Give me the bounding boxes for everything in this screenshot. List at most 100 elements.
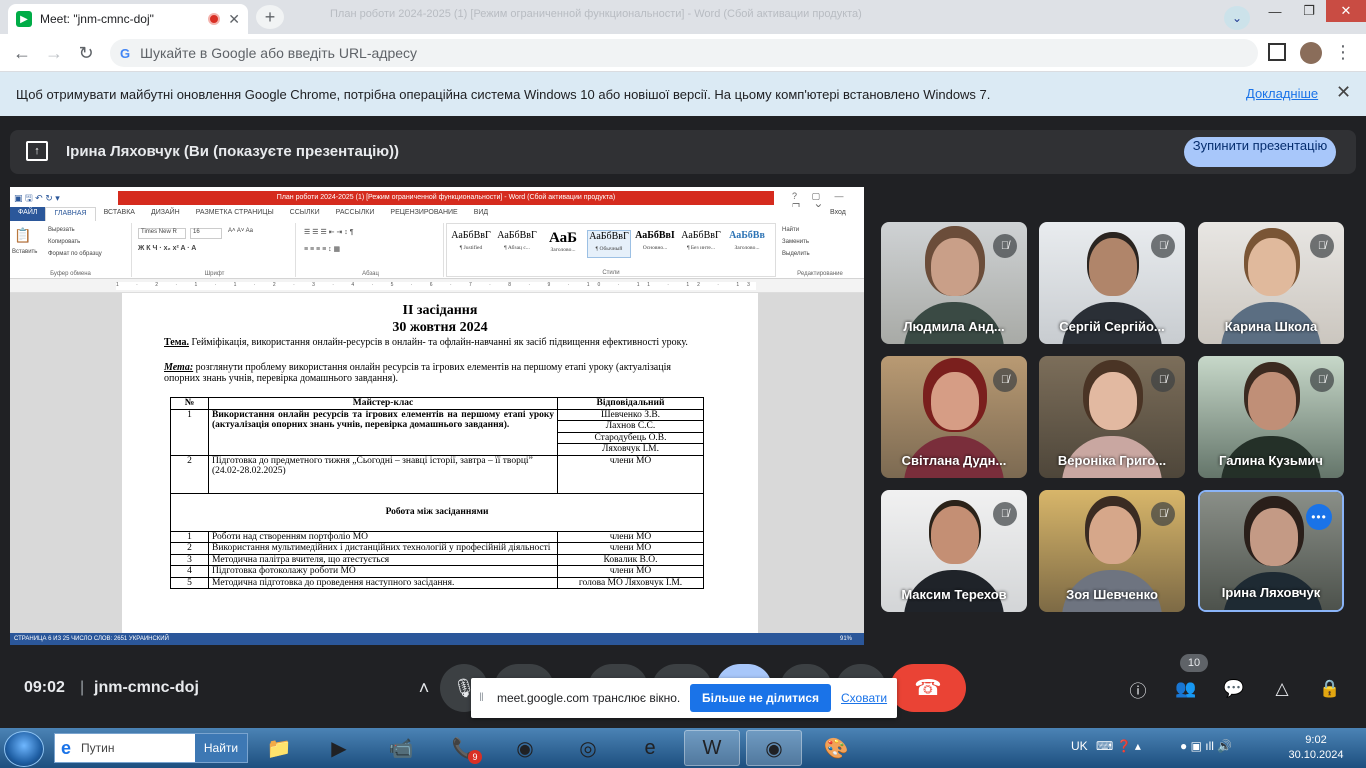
zoom-icon[interactable]: 📹 [373,730,429,766]
close-window-button[interactable]: ✕ [1326,0,1366,22]
taskbar-search-button[interactable]: Найти [195,734,247,762]
input-language[interactable]: UK [1071,739,1088,753]
tray-icons[interactable]: ⌨ ❓ ▴ [1096,739,1141,753]
taskbar-clock[interactable]: 9:02 30.10.2024 [1286,733,1346,763]
tray-status-icons[interactable]: ● ▣ ıll 🔊 [1180,739,1232,753]
font-name-select[interactable]: Times New R [138,228,186,239]
more-options-icon[interactable]: ••• [1306,504,1332,530]
word-tab-review[interactable]: РЕЦЕНЗИРОВАНИЕ [382,207,465,221]
word-ribbon: 📋 Вставить Вырезать Копировать Формат по… [10,221,864,279]
word-quick-access-icon[interactable]: ▣ 🖫 ↶ ↻ ▾ [14,191,60,207]
media-player-icon[interactable]: ▶ [311,730,367,766]
word-ruler[interactable]: 1 · 2 · 1 · 1 · 2 · 3 · 4 · 5 · 6 · 7 · … [10,279,864,293]
explorer-icon[interactable]: 📁 [251,730,307,766]
table-row: 2 Підготовка до предметного тижня „Сього… [170,454,704,494]
viber-icon[interactable]: 📞 9 [436,730,492,766]
leave-call-button[interactable]: ☎ [890,664,966,712]
cut-button[interactable]: Вырезать [48,227,75,233]
style-body[interactable]: АаБбВвІ Основно... [633,230,677,258]
forward-arrow-icon[interactable]: → [42,42,66,64]
word-tab-home[interactable]: ГЛАВНАЯ [45,207,96,221]
info-close-icon[interactable]: ✕ [1336,82,1351,103]
chat-icon[interactable]: 💬 [1221,676,1247,702]
taskbar-search-input[interactable]: Путин [77,741,195,755]
hide-notice-link[interactable]: Сховати [841,691,887,705]
clock-date: 30.10.2024 [1288,749,1344,761]
participant-tile[interactable]: 🎙̸ Вероніка Григо... [1039,356,1185,478]
style-no-spacing[interactable]: АаБбВвГ ¶ Без инте... [679,230,723,258]
word-page[interactable]: ІІ засідання 30 жовтня 2024 Тема. Гейміф… [122,293,758,633]
restore-window-button[interactable]: ❐ [1292,0,1326,22]
word-zoom-level[interactable]: 91% [840,633,852,645]
align-icons[interactable]: ≡ ≡ ≡ ≡ ↕ ▦ [304,245,340,253]
replace-button[interactable]: Заменить [782,239,809,245]
copy-button[interactable]: Копировать [48,239,80,245]
word-tab-mailings[interactable]: РАССЫЛКИ [328,207,383,221]
font-format-icons[interactable]: Ж К Ч · x₂ x² A · A [138,245,196,252]
chrome-icon[interactable]: ◉ [497,730,553,766]
new-tab-button[interactable]: + [256,5,284,29]
participant-tile-self[interactable]: ••• Ірина Ляховчук [1198,490,1344,612]
participant-tile[interactable]: 🎙̸ Сергій Сергійо... [1039,222,1185,344]
format-painter-button[interactable]: Формат по образцу [48,251,102,257]
select-button[interactable]: Выделить [782,251,810,257]
participant-tile[interactable]: 🎙̸ Світлана Дудн... [881,356,1027,478]
taskbar-search[interactable]: e Путин Найти [54,733,248,763]
editing-label: Редактирование [797,271,843,277]
stop-sharing-button[interactable]: Більше не ділитися [690,684,831,712]
list-icons[interactable]: ☰ ☰ ☰ ⇤ ⇥ ↕ ¶ [304,228,354,236]
browser-tab-meet[interactable]: ▶ Meet: "jnm-cmnc-doj" ✕ [8,4,248,34]
font-size-select[interactable]: 16 [190,228,222,239]
find-button[interactable]: Найти [782,227,799,233]
paint-icon[interactable]: 🎨 [808,730,864,766]
people-icon[interactable]: 👥 [1173,676,1199,702]
style-justified[interactable]: АаБбВвГ ¶ Justified [449,230,493,258]
participant-tile[interactable]: 🎙̸ Зоя Шевченко [1039,490,1185,612]
mic-off-icon: 🎙̸ [1151,368,1175,392]
mic-off-icon: 🎙̸ [993,502,1017,526]
info-learn-more-link[interactable]: Докладніше [1246,86,1318,101]
word-tab-design[interactable]: ДИЗАЙН [143,207,188,221]
participant-tile[interactable]: 🎙̸ Галина Кузьмич [1198,356,1344,478]
back-arrow-icon[interactable]: ← [10,42,34,64]
tab-search-button[interactable]: ⌄ [1224,6,1250,30]
network-icon[interactable]: ◎ [560,730,616,766]
doc-table: № Майстер-клас Відповідальний 1 Використ… [170,397,704,589]
paste-icon[interactable]: 📋 [14,227,31,244]
word-tab-layout[interactable]: РАЗМЕТКА СТРАНИЦЫ [188,207,282,221]
mic-off-icon: 🎙̸ [1310,368,1334,392]
people-count-badge: 10 [1180,654,1208,672]
style-paragraph[interactable]: АаБбВвГ ¶ Абзац с... [495,230,539,258]
minimize-window-button[interactable]: — [1258,0,1292,22]
edge-icon[interactable]: e [622,730,678,766]
word-login[interactable]: Вход [830,209,846,216]
chrome-active-icon[interactable]: ◉ [746,730,802,766]
side-panel-icon[interactable] [1268,43,1286,61]
menu-kebab-icon[interactable]: ⋮ [1334,42,1352,63]
participant-tile[interactable]: 🎙̸ Людмила Анд... [881,222,1027,344]
address-bar[interactable]: G Шукайте в Google або введіть URL-адрес… [110,39,1258,67]
stop-presenting-button[interactable]: Зупинити презентацію [1184,137,1336,167]
drag-handle-icon[interactable]: ‖ [479,690,484,704]
meeting-info-separator: | [80,679,85,696]
word-tab-file[interactable]: ФАЙЛ [10,207,46,221]
reload-icon[interactable]: ↻ [74,42,98,64]
meeting-details-icon[interactable]: ⓘ [1125,676,1151,702]
style-normal[interactable]: АаБбВвГ ¶ Обычный [587,230,631,258]
host-controls-icon[interactable]: 🔒 [1317,676,1343,702]
paste-button[interactable]: Вставить [12,249,37,255]
participant-tile[interactable]: 🎙̸ Максим Терехов [881,490,1027,612]
table-header-row: № Майстер-клас Відповідальний [170,397,704,410]
style-heading1[interactable]: АаБ Заголово... [541,230,585,258]
word-icon[interactable]: W [684,730,740,766]
activities-icon[interactable]: △ [1269,676,1295,702]
participant-tile[interactable]: 🎙̸ Карина Школа [1198,222,1344,344]
tab-close-icon[interactable]: ✕ [228,11,240,28]
word-tab-references[interactable]: ССЫЛКИ [282,207,328,221]
word-tab-view[interactable]: ВИД [466,207,496,221]
font-size-adjust-icon[interactable]: A˄ A˅ Aa [228,228,253,234]
profile-avatar[interactable] [1300,42,1322,64]
word-tab-insert[interactable]: ВСТАВКА [96,207,143,221]
style-heading2[interactable]: АаБбВв Заголово... [725,230,769,258]
start-button[interactable] [4,731,44,767]
